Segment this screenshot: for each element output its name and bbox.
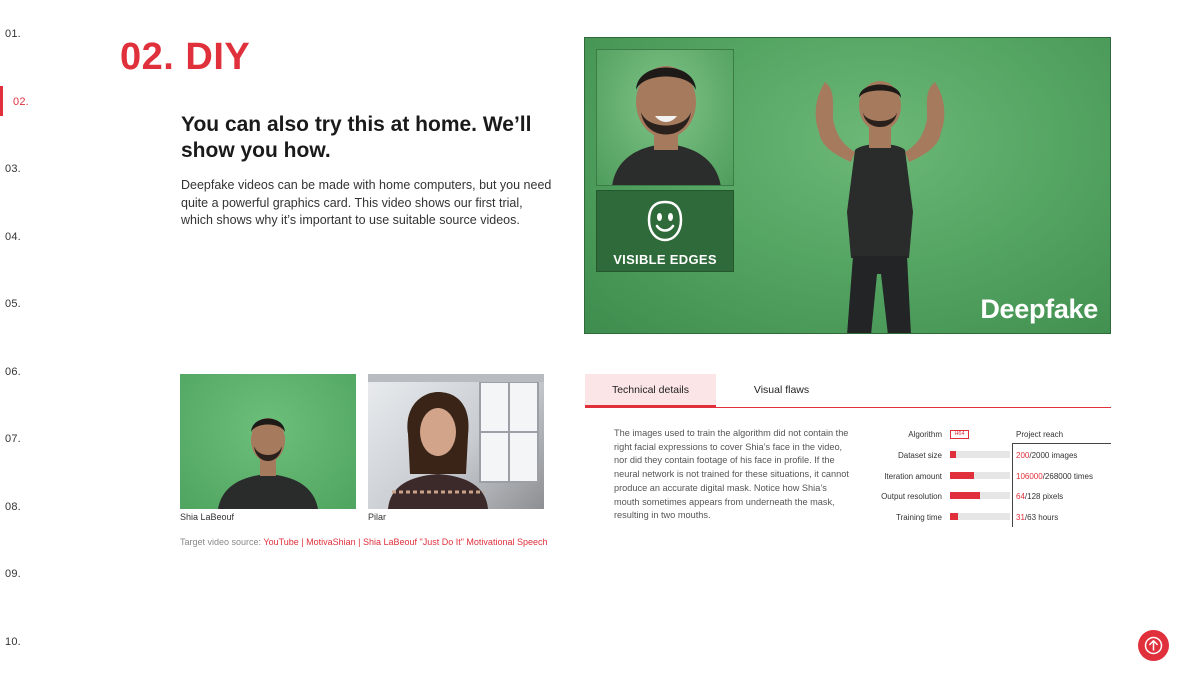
dataset-size-current: 200 — [1016, 451, 1030, 460]
back-to-top-button[interactable] — [1138, 630, 1169, 661]
video-person-figure — [815, 81, 945, 333]
nav-item-03[interactable]: 03. — [5, 163, 21, 175]
project-reach-title: Project reach — [1016, 430, 1064, 439]
output-resolution-bar-fill — [950, 492, 980, 499]
output-resolution-total: /128 pixels — [1024, 492, 1064, 501]
training-time-bar-fill — [950, 513, 958, 520]
nav-item-07[interactable]: 07. — [5, 433, 21, 445]
iteration-amount-label: Iteration amount — [884, 472, 942, 481]
output-resolution-current: 64 — [1016, 492, 1025, 501]
dataset-size-total: /2000 images — [1029, 451, 1078, 460]
source-separator: | — [355, 537, 363, 547]
nav-item-06[interactable]: 06. — [5, 366, 21, 378]
face-mask-icon — [647, 200, 683, 242]
face-close-up-inset — [596, 49, 734, 186]
nav-item-09[interactable]: 09. — [5, 568, 21, 580]
video-source-prefix: Target video source: — [180, 537, 264, 547]
training-time-value: 31/63 hours — [1016, 513, 1058, 522]
source-link-youtube[interactable]: YouTube — [263, 537, 298, 547]
shia-labeouf-caption: Shia LaBeouf — [180, 512, 235, 522]
source-separator: | — [298, 537, 307, 547]
active-section-marker — [0, 86, 3, 116]
nav-item-04[interactable]: 04. — [5, 231, 21, 243]
shia-person-figure — [218, 418, 318, 509]
training-time-total: /63 hours — [1024, 513, 1059, 522]
dataset-size-label: Dataset size — [897, 451, 942, 460]
pilar-caption: Pilar — [368, 512, 387, 522]
nav-item-01[interactable]: 01. — [5, 28, 21, 40]
details-tabs: Technical details Visual flaws — [585, 374, 1111, 408]
training-time-bar — [950, 513, 1010, 520]
training-time-current: 31 — [1016, 513, 1025, 522]
section-title: 02. DIY — [120, 36, 251, 78]
output-resolution-label: Output resolution — [881, 492, 942, 501]
nav-item-08[interactable]: 08. — [5, 501, 21, 513]
dataset-size-bar-fill — [950, 451, 956, 458]
pilar-thumbnail[interactable] — [368, 374, 544, 509]
nav-item-05[interactable]: 05. — [5, 298, 21, 310]
source-link-motivashian[interactable]: MotivaShian — [306, 537, 356, 547]
project-reach-rule — [1012, 443, 1111, 444]
section-intro: Deepfake videos can be made with home co… — [181, 178, 552, 227]
visible-edges-label: VISIBLE EDGES — [613, 252, 717, 267]
tab-visual-flaws[interactable]: Visual flaws — [716, 374, 847, 408]
nav-item-10[interactable]: 10. — [5, 636, 21, 648]
output-resolution-value: 64/128 pixels — [1016, 492, 1063, 501]
algorithm-badge: H64 — [950, 430, 969, 439]
iteration-amount-bar-fill — [950, 472, 974, 479]
video-source-line: Target video source: YouTube | MotivaShi… — [180, 537, 547, 547]
close-up-person-figure — [612, 66, 721, 185]
iteration-amount-value: 106000/268000 times — [1016, 472, 1093, 481]
deepfake-watermark: Deepfake — [980, 294, 1098, 324]
output-resolution-bar — [950, 492, 1010, 499]
section-subheading: You can also try this at home. We’ll sho… — [181, 113, 532, 162]
section-nav: 01. 02. 03. 04. 05. 06. 07. 08. 09. 10. — [0, 0, 60, 675]
dataset-size-value: 200/2000 images — [1016, 451, 1077, 460]
technical-details-text: The images used to train the algorithm d… — [614, 428, 849, 521]
algorithm-label: Algorithm — [908, 430, 942, 439]
pilar-person-figure — [368, 374, 544, 509]
deepfake-video[interactable]: VISIBLE EDGES Deepfake — [584, 37, 1111, 334]
iteration-amount-current: 106000 — [1016, 472, 1043, 481]
nav-item-02[interactable]: 02. — [13, 96, 29, 108]
source-link-speech[interactable]: Shia LaBeouf "Just Do It" Motivational S… — [363, 537, 548, 547]
training-time-label: Training time — [896, 513, 942, 522]
visible-edges-callout: VISIBLE EDGES — [596, 190, 734, 272]
iteration-amount-total: /268000 times — [1042, 472, 1093, 481]
dataset-size-bar — [950, 451, 1010, 458]
arrow-up-icon — [1144, 636, 1163, 655]
shia-labeouf-thumbnail[interactable] — [180, 374, 356, 509]
iteration-amount-bar — [950, 472, 1010, 479]
project-reach-divider — [1012, 443, 1013, 527]
tab-technical-details[interactable]: Technical details — [585, 374, 716, 408]
